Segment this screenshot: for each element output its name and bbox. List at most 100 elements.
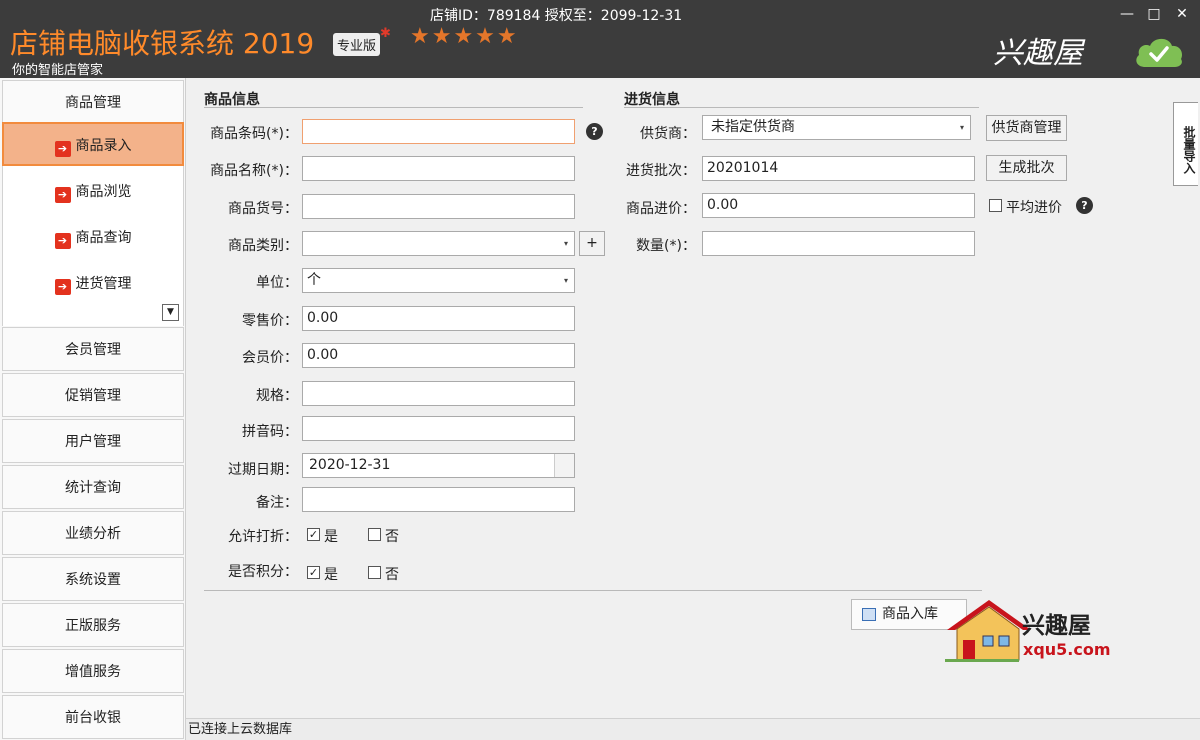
title-bar: 店铺电脑收银系统 2019 专业版 ✱ ★★★★★ 你的智能店管家 店铺ID：7… — [0, 0, 1200, 78]
member-price-input[interactable]: 0.00 — [302, 343, 575, 368]
calendar-dropdown-button[interactable] — [554, 454, 574, 477]
nav-genuine-service[interactable]: 正版服务 — [2, 603, 184, 647]
barcode-help-icon[interactable]: ? — [586, 123, 603, 140]
cost-label: 商品进价： — [626, 201, 696, 217]
sku-input[interactable] — [302, 194, 575, 219]
name-label: 商品名称(*)： — [210, 163, 298, 179]
nav-system-settings[interactable]: 系统设置 — [2, 557, 184, 601]
goods-submenu: ➔ 商品录入 ➔ 商品浏览 ➔ 商品查询 ➔ 进货管理 — [2, 122, 184, 326]
goods-info-title: 商品信息 — [204, 92, 260, 108]
points-yes-checkbox[interactable]: ✓ — [307, 566, 320, 579]
expire-value: 2020-12-31 — [309, 457, 391, 473]
retail-price-label: 零售价： — [242, 313, 298, 329]
points-no-checkbox[interactable] — [368, 566, 381, 579]
close-button[interactable]: ✕ — [1170, 3, 1194, 25]
arrow-right-icon: ➔ — [54, 141, 71, 157]
nav-statistics-query[interactable]: 统计查询 — [2, 465, 184, 509]
nav-user-management[interactable]: 用户管理 — [2, 419, 184, 463]
points-label: 是否积分： — [228, 564, 298, 580]
watermark-url: xqu5.com — [1023, 640, 1111, 659]
average-cost-label: 平均进价 — [1006, 200, 1062, 216]
supplier-management-button[interactable]: 供货商管理 — [986, 115, 1067, 141]
discount-no-label: 否 — [385, 529, 399, 545]
nav-value-added-service[interactable]: 增值服务 — [2, 649, 184, 693]
watermark-brand: 兴趣屋 — [1022, 613, 1091, 639]
barcode-label: 商品条码(*)： — [210, 126, 298, 142]
discount-no-checkbox[interactable] — [368, 528, 381, 541]
form-bottom-divider — [204, 590, 982, 591]
app-title: 店铺电脑收银系统 2019 — [10, 27, 315, 60]
name-input[interactable] — [302, 156, 575, 181]
maximize-button[interactable]: □ — [1142, 3, 1166, 25]
chevron-down-icon[interactable]: ▾ — [558, 232, 574, 255]
category-select[interactable]: ▾ — [302, 231, 575, 256]
supplier-value: 未指定供货商 — [711, 119, 795, 135]
points-yes-label: 是 — [324, 567, 338, 583]
cost-input[interactable]: 0.00 — [702, 193, 975, 218]
nav-goods-browse[interactable]: ➔ 商品浏览 — [2, 170, 184, 214]
batch-import-tab[interactable]: 批量导入 — [1173, 102, 1198, 186]
nav-purchase-label: 进货管理 — [75, 276, 132, 292]
unit-label: 单位： — [256, 275, 298, 291]
nav-goods-entry[interactable]: ➔ 商品录入 — [2, 122, 184, 166]
supplier-label: 供货商： — [640, 126, 696, 142]
chevron-down-icon[interactable]: ▾ — [954, 116, 970, 139]
purchase-info-title: 进货信息 — [624, 92, 680, 108]
status-bar: 已连接上云数据库 — [186, 718, 1200, 740]
expire-label: 过期日期： — [228, 462, 298, 478]
arrow-right-icon: ➔ — [54, 233, 71, 249]
nav-performance-analysis[interactable]: 业绩分析 — [2, 511, 184, 555]
barcode-input[interactable] — [302, 119, 575, 144]
edition-badge: 专业版 — [333, 33, 381, 56]
remark-input[interactable] — [302, 487, 575, 512]
spec-label: 规格： — [256, 388, 298, 404]
spec-input[interactable] — [302, 381, 575, 406]
stock-in-label: 商品入库 — [882, 606, 938, 622]
pinyin-input[interactable] — [302, 416, 575, 441]
average-cost-help-icon[interactable]: ? — [1076, 197, 1093, 214]
app-subtitle: 你的智能店管家 — [12, 63, 104, 78]
nav-goods-query[interactable]: ➔ 商品查询 — [2, 216, 184, 260]
add-category-button[interactable]: + — [579, 231, 605, 256]
brand-logo: 兴趣屋 — [993, 36, 1083, 71]
discount-yes-checkbox[interactable]: ✓ — [307, 528, 320, 541]
unit-select[interactable]: 个 ▾ — [302, 268, 575, 293]
cloud-sync-icon[interactable] — [1133, 33, 1185, 69]
purchase-info-divider — [624, 107, 979, 108]
quantity-input[interactable] — [702, 231, 975, 256]
nav-goods-entry-label: 商品录入 — [75, 138, 132, 154]
remark-label: 备注： — [256, 495, 298, 511]
average-cost-checkbox[interactable] — [989, 199, 1002, 212]
expire-date-picker[interactable]: 2020-12-31 — [302, 453, 575, 478]
rating-stars: ★★★★★ — [410, 24, 519, 49]
arrow-right-icon: ➔ — [54, 187, 71, 203]
nav-goods-management[interactable]: 商品管理 — [2, 80, 184, 124]
arrow-right-icon: ➔ — [54, 279, 71, 295]
unit-value: 个 — [307, 272, 321, 288]
nav-front-cashier[interactable]: 前台收银 — [2, 695, 184, 739]
nav-promotion-management[interactable]: 促销管理 — [2, 373, 184, 417]
chevron-down-icon[interactable]: ▾ — [558, 269, 574, 292]
goods-info-divider — [204, 107, 583, 108]
supplier-select[interactable]: 未指定供货商 ▾ — [702, 115, 971, 140]
stock-in-icon — [862, 608, 876, 621]
nav-goods-browse-label: 商品浏览 — [75, 184, 132, 200]
batch-input[interactable]: 20201014 — [702, 156, 975, 181]
edition-star-icon: ✱ — [380, 26, 391, 41]
store-info: 店铺ID：789184 授权至：2099-12-31 — [430, 8, 683, 24]
nav-purchase-management[interactable]: ➔ 进货管理 — [2, 262, 184, 306]
retail-price-input[interactable]: 0.00 — [302, 306, 575, 331]
quantity-label: 数量(*)： — [636, 238, 696, 254]
generate-batch-button[interactable]: 生成批次 — [986, 155, 1067, 181]
minimize-button[interactable]: — — [1115, 3, 1139, 25]
nav-member-management[interactable]: 会员管理 — [2, 327, 184, 371]
batch-label: 进货批次： — [626, 163, 696, 179]
nav-goods-query-label: 商品查询 — [75, 230, 132, 246]
member-price-label: 会员价： — [242, 350, 298, 366]
sku-label: 商品货号： — [228, 201, 298, 217]
points-no-label: 否 — [385, 567, 399, 583]
expand-submenu-button[interactable]: ▼ — [162, 304, 179, 321]
discount-yes-label: 是 — [324, 529, 338, 545]
category-label: 商品类别： — [228, 238, 298, 254]
pinyin-label: 拼音码： — [242, 424, 298, 440]
